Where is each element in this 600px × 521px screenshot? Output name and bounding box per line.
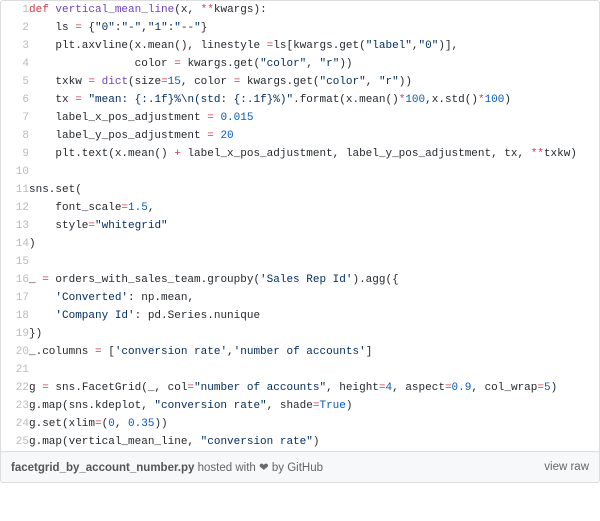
code-row: 11sns.set( xyxy=(1,181,599,199)
code-row: 22g = sns.FacetGrid(_, col="number of ac… xyxy=(1,379,599,397)
code-row: 8 label_y_pos_adjustment = 20 xyxy=(1,127,599,145)
code-row: 14) xyxy=(1,235,599,253)
code-line[interactable]: }) xyxy=(29,325,599,343)
gist-footer: facetgrid_by_account_number.py hosted wi… xyxy=(1,451,599,482)
code-row: 13 style="whitegrid" xyxy=(1,217,599,235)
code-line[interactable]: def vertical_mean_line(x, **kwargs): xyxy=(29,1,599,19)
code-row: 25g.map(vertical_mean_line, "conversion … xyxy=(1,433,599,451)
code-line[interactable]: color = kwargs.get("color", "r")) xyxy=(29,55,599,73)
line-number[interactable]: 6 xyxy=(1,91,29,109)
code-row: 24g.set(xlim=(0, 0.35)) xyxy=(1,415,599,433)
line-number[interactable]: 7 xyxy=(1,109,29,127)
code-area: 1def vertical_mean_line(x, **kwargs):2 l… xyxy=(1,1,599,451)
line-number[interactable]: 22 xyxy=(1,379,29,397)
code-row: 17 'Converted': np.mean, xyxy=(1,289,599,307)
code-line[interactable]: g = sns.FacetGrid(_, col="number of acco… xyxy=(29,379,599,397)
code-line[interactable]: style="whitegrid" xyxy=(29,217,599,235)
code-line[interactable]: label_y_pos_adjustment = 20 xyxy=(29,127,599,145)
line-number[interactable]: 23 xyxy=(1,397,29,415)
code-line[interactable]: font_scale=1.5, xyxy=(29,199,599,217)
line-number[interactable]: 19 xyxy=(1,325,29,343)
gist-embed: 1def vertical_mean_line(x, **kwargs):2 l… xyxy=(0,0,600,483)
code-line[interactable] xyxy=(29,361,599,379)
code-line[interactable]: _.columns = ['conversion rate','number o… xyxy=(29,343,599,361)
line-number[interactable]: 14 xyxy=(1,235,29,253)
line-number[interactable]: 10 xyxy=(1,163,29,181)
by-text: by xyxy=(269,462,288,474)
code-row: 21 xyxy=(1,361,599,379)
code-row: 4 color = kwargs.get("color", "r")) xyxy=(1,55,599,73)
heart-icon: ❤ xyxy=(259,462,269,474)
code-row: 19}) xyxy=(1,325,599,343)
code-row: 20_.columns = ['conversion rate','number… xyxy=(1,343,599,361)
line-number[interactable]: 16 xyxy=(1,271,29,289)
code-line[interactable]: txkw = dict(size=15, color = kwargs.get(… xyxy=(29,73,599,91)
code-line[interactable]: g.set(xlim=(0, 0.35)) xyxy=(29,415,599,433)
code-row: 6 tx = "mean: {:.1f}%\n(std: {:.1f}%)".f… xyxy=(1,91,599,109)
filename-text: facetgrid_by_account_number.py xyxy=(11,462,194,474)
code-row: 2 ls = {"0":"-","1":"--"} xyxy=(1,19,599,37)
code-line[interactable]: g.map(sns.kdeplot, "conversion rate", sh… xyxy=(29,397,599,415)
line-number[interactable]: 1 xyxy=(1,1,29,19)
code-row: 9 plt.text(x.mean() + label_x_pos_adjust… xyxy=(1,145,599,163)
code-row: 15 xyxy=(1,253,599,271)
code-line[interactable]: 'Company Id': pd.Series.nunique xyxy=(29,307,599,325)
line-number[interactable]: 9 xyxy=(1,145,29,163)
line-number[interactable]: 2 xyxy=(1,19,29,37)
code-line[interactable]: 'Converted': np.mean, xyxy=(29,289,599,307)
line-number[interactable]: 11 xyxy=(1,181,29,199)
code-line[interactable]: _ = orders_with_sales_team.groupby('Sale… xyxy=(29,271,599,289)
line-number[interactable]: 15 xyxy=(1,253,29,271)
code-line[interactable]: sns.set( xyxy=(29,181,599,199)
line-number[interactable]: 5 xyxy=(1,73,29,91)
code-line[interactable]: g.map(vertical_mean_line, "conversion ra… xyxy=(29,433,599,451)
line-number[interactable]: 13 xyxy=(1,217,29,235)
code-line[interactable]: label_x_pos_adjustment = 0.015 xyxy=(29,109,599,127)
code-row: 5 txkw = dict(size=15, color = kwargs.ge… xyxy=(1,73,599,91)
code-line[interactable]: tx = "mean: {:.1f}%\n(std: {:.1f}%)".for… xyxy=(29,91,599,109)
line-number[interactable]: 25 xyxy=(1,433,29,451)
code-line[interactable]: ) xyxy=(29,235,599,253)
code-row: 1def vertical_mean_line(x, **kwargs): xyxy=(1,1,599,19)
line-number[interactable]: 18 xyxy=(1,307,29,325)
line-number[interactable]: 17 xyxy=(1,289,29,307)
line-number[interactable]: 4 xyxy=(1,55,29,73)
code-line[interactable]: plt.text(x.mean() + label_x_pos_adjustme… xyxy=(29,145,599,163)
code-body: 1def vertical_mean_line(x, **kwargs):2 l… xyxy=(1,1,599,451)
code-line[interactable] xyxy=(29,253,599,271)
line-number[interactable]: 21 xyxy=(1,361,29,379)
line-number[interactable]: 8 xyxy=(1,127,29,145)
code-row: 3 plt.axvline(x.mean(), linestyle =ls[kw… xyxy=(1,37,599,55)
code-row: 23g.map(sns.kdeplot, "conversion rate", … xyxy=(1,397,599,415)
filename-link[interactable]: facetgrid_by_account_number.py xyxy=(11,462,194,474)
code-line[interactable] xyxy=(29,163,599,181)
code-row: 12 font_scale=1.5, xyxy=(1,199,599,217)
line-number[interactable]: 3 xyxy=(1,37,29,55)
footer-left: facetgrid_by_account_number.py hosted wi… xyxy=(11,460,323,474)
code-table: 1def vertical_mean_line(x, **kwargs):2 l… xyxy=(1,1,599,451)
view-raw-link[interactable]: view raw xyxy=(544,461,589,473)
github-link[interactable]: GitHub xyxy=(287,462,323,474)
code-row: 16_ = orders_with_sales_team.groupby('Sa… xyxy=(1,271,599,289)
code-line[interactable]: ls = {"0":"-","1":"--"} xyxy=(29,19,599,37)
line-number[interactable]: 12 xyxy=(1,199,29,217)
code-row: 7 label_x_pos_adjustment = 0.015 xyxy=(1,109,599,127)
hosted-prefix: hosted with xyxy=(194,462,259,474)
code-row: 18 'Company Id': pd.Series.nunique xyxy=(1,307,599,325)
line-number[interactable]: 20 xyxy=(1,343,29,361)
code-row: 10 xyxy=(1,163,599,181)
line-number[interactable]: 24 xyxy=(1,415,29,433)
code-line[interactable]: plt.axvline(x.mean(), linestyle =ls[kwar… xyxy=(29,37,599,55)
